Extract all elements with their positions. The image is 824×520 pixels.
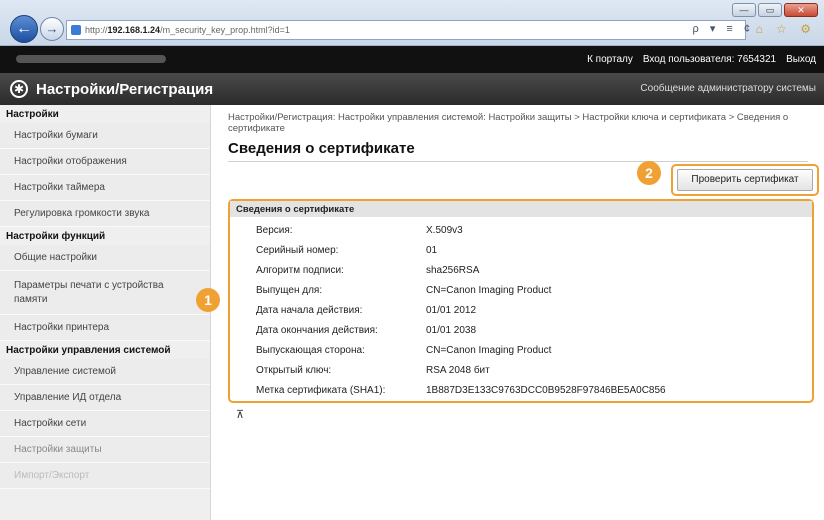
page-title: Сведения о сертификате: [228, 140, 808, 162]
info-label: Дата окончания действия:: [256, 325, 378, 336]
search-refresh-icons[interactable]: ρ ▾ ≡ ¢: [693, 22, 754, 35]
sidebar-section-settings: Настройки: [6, 109, 59, 120]
user-info: Вход пользователя: 7654321: [642, 54, 777, 65]
check-certificate-button[interactable]: Проверить сертификат: [677, 169, 813, 191]
info-value: 01: [426, 245, 438, 256]
sidebar-item-paper[interactable]: Настройки бумаги: [0, 123, 210, 149]
sidebar-item-network[interactable]: Настройки сети: [0, 411, 210, 437]
info-panel-header: Сведения о сертификате: [230, 201, 812, 217]
sidebar-item-security[interactable]: Настройки защиты: [0, 437, 210, 463]
info-row-algorithm: Алгоритм подписи: sha256RSA: [230, 261, 790, 281]
info-label: Выпускающая сторона:: [256, 345, 365, 356]
info-label: Дата начала действия:: [256, 305, 363, 316]
main-content: Настройки/Регистрация: Настройки управле…: [228, 112, 819, 421]
info-value: X.509v3: [426, 225, 463, 236]
info-value: CN=Canon Imaging Product: [426, 285, 552, 296]
title-bar: ✱ Настройки/Регистрация Сообщение админи…: [0, 73, 824, 105]
header-bar: К порталу Вход пользователя: 7654321 Вых…: [0, 46, 824, 73]
sidebar: Настройки Настройки бумаги Настройки ото…: [0, 105, 211, 520]
info-row-issued-to: Выпущен для: CN=Canon Imaging Product: [230, 281, 790, 301]
info-label: Метка сертификата (SHA1):: [256, 385, 386, 396]
sidebar-item-timer[interactable]: Настройки таймера: [0, 175, 210, 201]
info-value: CN=Canon Imaging Product: [426, 345, 552, 356]
address-bar[interactable]: http:// 192.168.1.24 /m_security_key_pro…: [66, 20, 746, 40]
callout-marker-2: 2: [637, 161, 661, 185]
sidebar-item-printer[interactable]: Настройки принтера: [0, 315, 210, 341]
info-value: sha256RSA: [426, 265, 480, 276]
sidebar-section-functions: Настройки функций: [6, 231, 106, 242]
home-star-gear-icons[interactable]: ⌂ ☆ ⚙: [756, 22, 816, 36]
logout-link[interactable]: Выход: [786, 54, 816, 65]
window-controls: — ▭ ✕: [732, 3, 818, 17]
sidebar-item-common[interactable]: Общие настройки: [0, 245, 210, 271]
app-title: Настройки/Регистрация: [36, 81, 214, 98]
info-value: 01/01 2038: [426, 325, 477, 336]
info-row-public-key: Открытый ключ: RSA 2048 бит: [230, 361, 790, 381]
close-icon[interactable]: ✕: [784, 3, 818, 17]
info-row-serial: Серийный номер: 01: [230, 241, 790, 261]
page-favicon-icon: [71, 25, 81, 35]
sidebar-section-system: Настройки управления системой: [6, 345, 171, 356]
callout-marker-1: 1: [196, 288, 220, 312]
portal-link[interactable]: К порталу: [587, 54, 633, 65]
info-row-valid-from: Дата начала действия: 01/01 2012: [230, 301, 790, 321]
url-prefix: http://: [85, 25, 108, 35]
back-to-top-icon[interactable]: ⊼: [236, 408, 244, 421]
info-value: RSA 2048 бит: [426, 365, 490, 376]
info-row-valid-to: Дата окончания действия: 01/01 2038: [230, 321, 790, 341]
sidebar-item-memory-print[interactable]: Параметры печати с устройства памяти: [0, 271, 210, 315]
sidebar-item-volume[interactable]: Регулировка громкости звука: [0, 201, 210, 227]
info-row-issuer: Выпускающая сторона: CN=Canon Imaging Pr…: [230, 341, 790, 361]
sidebar-item-display[interactable]: Настройки отображения: [0, 149, 210, 175]
url-path: /m_security_key_prop.html?id=1: [160, 25, 290, 35]
info-label: Алгоритм подписи:: [256, 265, 344, 276]
info-label: Серийный номер:: [256, 245, 339, 256]
sidebar-item-import-export[interactable]: Импорт/Экспорт: [0, 463, 210, 489]
info-value: 01/01 2012: [426, 305, 477, 316]
settings-logo-icon: ✱: [10, 80, 28, 98]
browser-toolbar: — ▭ ✕ ← → http:// 192.168.1.24 /m_securi…: [0, 0, 824, 46]
info-label: Выпущен для:: [256, 285, 323, 296]
info-value: 1B887D3E133C9763DCC0B9528F97846BE5A0C856: [426, 385, 666, 396]
info-row-thumbprint: Метка сертификата (SHA1): 1B887D3E133C97…: [230, 381, 790, 401]
info-label: Версия:: [256, 225, 293, 236]
device-name-blurred: [16, 55, 166, 63]
minimize-icon[interactable]: —: [732, 3, 756, 17]
admin-message-link[interactable]: Сообщение администратору системы: [640, 83, 816, 94]
certificate-info-panel: Сведения о сертификате Версия: X.509v3 С…: [228, 199, 814, 403]
forward-arrow-icon[interactable]: →: [40, 17, 64, 41]
sidebar-item-system-management[interactable]: Управление системой: [0, 359, 210, 385]
info-row-version: Версия: X.509v3: [230, 221, 790, 241]
sidebar-item-dept-id[interactable]: Управление ИД отдела: [0, 385, 210, 411]
maximize-icon[interactable]: ▭: [758, 3, 782, 17]
info-label: Открытый ключ:: [256, 365, 332, 376]
back-arrow-icon[interactable]: ←: [10, 15, 38, 43]
url-host: 192.168.1.24: [107, 25, 161, 35]
breadcrumb: Настройки/Регистрация: Настройки управле…: [228, 112, 789, 134]
